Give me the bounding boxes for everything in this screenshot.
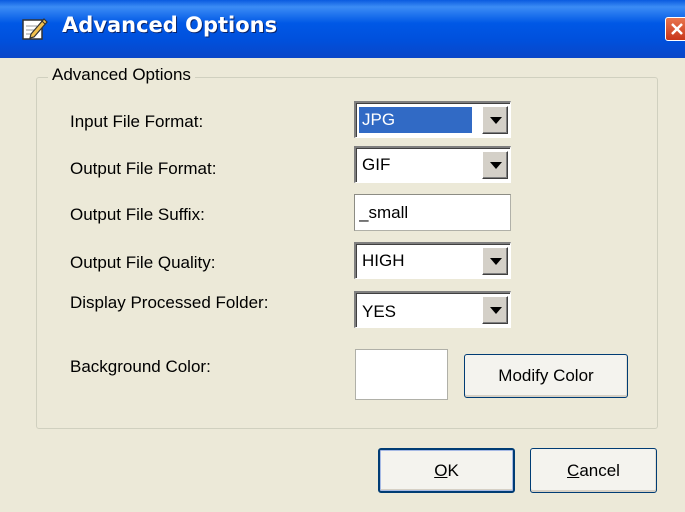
display-folder-label: Display Processed Folder: (70, 293, 269, 312)
output-format-value: GIF (362, 155, 391, 174)
display-folder-dropdown-button[interactable] (482, 296, 508, 324)
display-folder-select[interactable]: YES (354, 291, 511, 328)
title-bar[interactable]: Advanced Options (0, 0, 685, 58)
cancel-button[interactable]: Cancel (530, 448, 657, 493)
close-button[interactable] (665, 17, 685, 41)
modify-color-button[interactable]: Modify Color (464, 354, 628, 398)
background-color-label: Background Color: (70, 357, 211, 376)
modify-color-label: Modify Color (498, 366, 594, 385)
window-title: Advanced Options (62, 13, 278, 37)
input-format-select[interactable]: JPG (354, 101, 511, 138)
chevron-down-icon (490, 162, 502, 169)
output-suffix-input[interactable] (359, 201, 505, 225)
chevron-down-icon (490, 307, 502, 314)
display-folder-value: YES (362, 302, 397, 321)
group-legend: Advanced Options (48, 65, 195, 85)
input-format-dropdown-button[interactable] (482, 106, 508, 134)
ok-label: OK (434, 460, 459, 480)
chevron-down-icon (490, 117, 502, 124)
output-quality-value: HIGH (362, 251, 405, 270)
output-quality-label: Output File Quality: (70, 253, 216, 272)
output-format-label: Output File Format: (70, 159, 217, 178)
edit-icon (22, 17, 48, 41)
input-format-value: JPG (359, 107, 472, 133)
output-suffix-label: Output File Suffix: (70, 205, 205, 224)
cancel-label: Cancel (567, 460, 620, 480)
output-suffix-field[interactable] (354, 194, 511, 231)
chevron-down-icon (490, 258, 502, 265)
output-quality-select[interactable]: HIGH (354, 242, 511, 279)
output-quality-dropdown-button[interactable] (482, 247, 508, 275)
background-color-swatch (355, 349, 448, 400)
output-format-select[interactable]: GIF (354, 146, 511, 183)
output-format-dropdown-button[interactable] (482, 151, 508, 179)
ok-button[interactable]: OK (378, 448, 515, 493)
input-format-label: Input File Format: (70, 112, 204, 131)
